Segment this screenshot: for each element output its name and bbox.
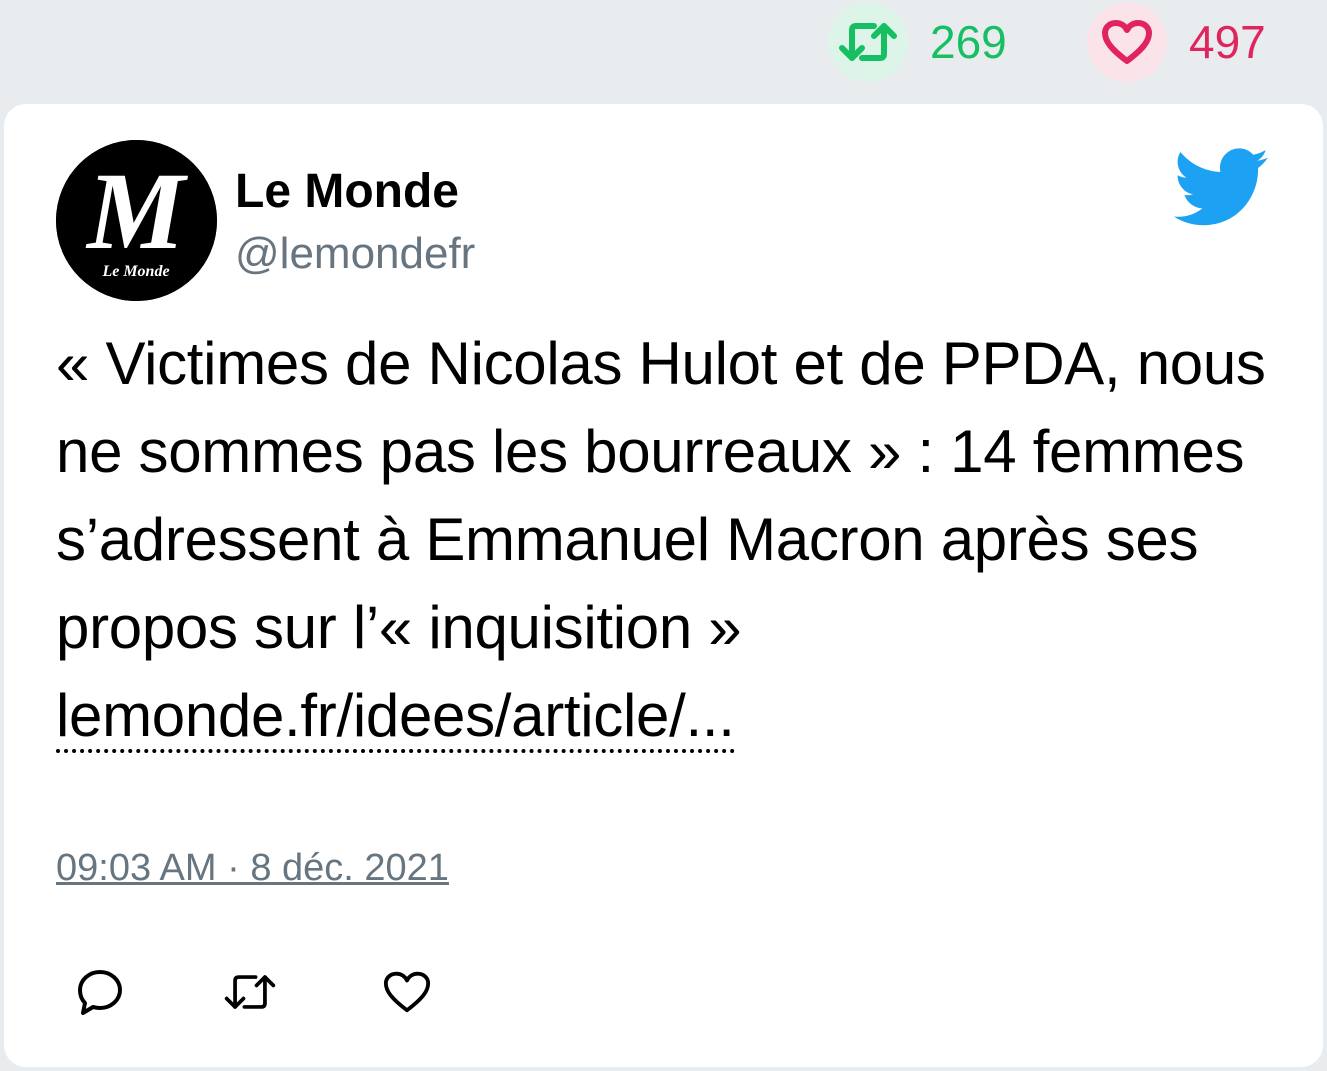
retweet-button[interactable]	[222, 964, 278, 1020]
like-button[interactable]	[379, 964, 435, 1020]
heart-icon	[1102, 20, 1152, 64]
retweet-count: 269	[930, 16, 1007, 68]
author-handle[interactable]: @lemondefr	[235, 232, 475, 276]
retweet-icon	[224, 975, 276, 1009]
heart-icon	[383, 971, 431, 1013]
tweet-timestamp[interactable]: 09:03 AM · 8 déc. 2021	[56, 849, 449, 887]
reply-button[interactable]	[72, 964, 128, 1020]
svg-text:Le Monde: Le Monde	[101, 263, 169, 280]
like-stat[interactable]: 497	[1087, 2, 1266, 82]
le-monde-logo: M Le Monde	[56, 140, 217, 301]
tweet-body: « Victimes de Nicolas Hulot et de PPDA, …	[56, 330, 1266, 661]
article-link[interactable]: lemonde.fr/idees/article/...	[56, 682, 735, 753]
retweet-stat-icon-bg	[828, 2, 908, 82]
twitter-bird-icon[interactable]	[1173, 148, 1271, 228]
like-stat-icon-bg	[1087, 2, 1167, 82]
like-count: 497	[1189, 16, 1266, 68]
tweet-card: M Le Monde Le Monde @lemondefr « Victime…	[4, 104, 1323, 1067]
retweet-stat[interactable]: 269	[828, 2, 1007, 82]
author-name[interactable]: Le Monde	[235, 168, 459, 216]
tweet-text: « Victimes de Nicolas Hulot et de PPDA, …	[56, 320, 1286, 760]
engagement-bar: 269 497	[0, 0, 1327, 100]
reply-icon	[78, 970, 122, 1015]
avatar[interactable]: M Le Monde	[56, 140, 217, 301]
svg-text:M: M	[85, 150, 188, 272]
retweet-icon	[839, 23, 897, 61]
